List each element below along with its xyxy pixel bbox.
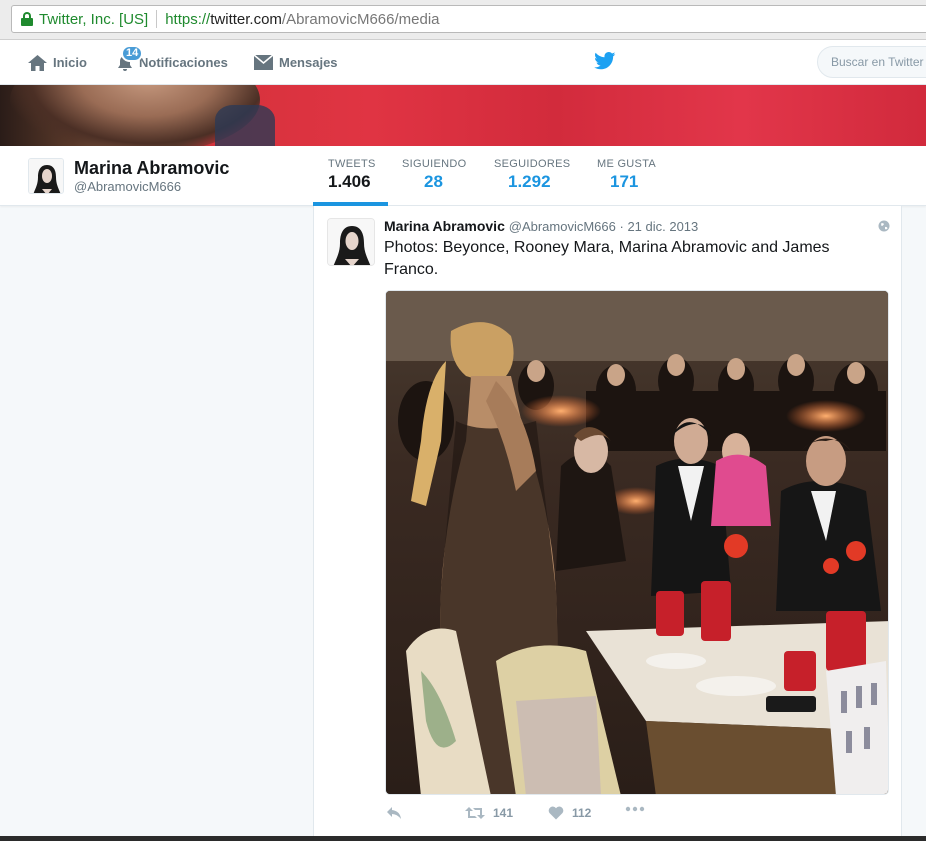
more-button[interactable] — [625, 806, 653, 812]
url-path: /AbramovicM666/media — [281, 10, 440, 28]
like-button[interactable]: 112 — [548, 806, 591, 820]
retweet-icon — [465, 807, 485, 819]
stat-tweets[interactable]: TWEETS 1.406 — [313, 146, 388, 206]
stat-followers-label: SEGUIDORES — [494, 158, 571, 170]
envelope-icon — [253, 54, 274, 70]
tweet-actions: 141 112 — [384, 806, 884, 826]
tweet-timestamp[interactable]: 21 dic. 2013 — [627, 219, 698, 234]
stat-following[interactable]: SIGUIENDO 28 — [402, 146, 466, 206]
page-bottom-edge — [0, 836, 926, 841]
profile-name[interactable]: Marina Abramovic — [74, 158, 229, 179]
avatar[interactable] — [28, 158, 64, 194]
like-count: 112 — [572, 806, 592, 820]
retweet-count: 141 — [493, 806, 514, 820]
stat-tweets-value: 1.406 — [328, 172, 371, 191]
stat-followers[interactable]: SEGUIDORES 1.292 — [494, 146, 570, 206]
url-divider — [156, 10, 158, 28]
stat-likes-value: 171 — [610, 172, 639, 191]
lock-icon — [21, 12, 33, 26]
nav-messages[interactable]: Mensajes — [253, 40, 338, 85]
browser-toolbar: Twitter, Inc. [US] https://twitter.com/A… — [0, 0, 926, 40]
tweet-text: Photos: Beyonce, Rooney Mara, Marina Abr… — [384, 239, 830, 278]
nav-messages-label: Mensajes — [279, 55, 338, 70]
stat-tweets-label: TWEETS — [328, 158, 376, 170]
nav-notifications-label: Notificaciones — [139, 55, 228, 70]
address-bar[interactable]: Twitter, Inc. [US] https://twitter.com/A… — [11, 5, 926, 33]
profile-nav: Marina Abramovic @AbramovicM666 TWEETS 1… — [0, 146, 926, 206]
tweet-separator: · — [615, 219, 628, 234]
tweet-avatar[interactable] — [327, 218, 375, 266]
more-icon — [625, 806, 645, 812]
reply-button[interactable] — [386, 806, 410, 820]
profile-banner — [0, 85, 926, 146]
stat-following-value: 28 — [424, 172, 443, 191]
nav-home[interactable]: Inicio — [27, 40, 87, 85]
reply-icon — [387, 807, 401, 819]
stat-followers-value: 1.292 — [508, 172, 551, 191]
tweet-header: Marina Abramovic @AbramovicM666 · 21 dic… — [384, 218, 698, 234]
notifications-badge: 14 — [121, 45, 144, 62]
tweet[interactable]: Marina Abramovic @AbramovicM666 · 21 dic… — [313, 206, 902, 841]
url-scheme: https:// — [165, 10, 211, 28]
twitter-bird-icon[interactable] — [594, 52, 616, 70]
url-host: twitter.com — [210, 10, 282, 28]
retweet-button[interactable]: 141 — [465, 806, 513, 820]
tweet-photo[interactable] — [385, 290, 889, 795]
heart-icon — [548, 806, 564, 820]
profile-handle[interactable]: @AbramovicM666 — [74, 179, 181, 194]
tweet-author-name[interactable]: Marina Abramovic — [384, 218, 505, 234]
stat-following-label: SIGUIENDO — [402, 158, 467, 170]
tweet-author-handle[interactable]: @AbramovicM666 — [509, 219, 616, 234]
globe-icon — [878, 220, 890, 232]
nav-notifications[interactable]: 14 Notificaciones — [116, 40, 228, 85]
global-nav: Inicio 14 Notificaciones Mensajes — [0, 40, 926, 85]
stat-likes[interactable]: ME GUSTA 171 — [597, 146, 656, 206]
nav-home-label: Inicio — [53, 55, 87, 70]
search-input[interactable]: Buscar en Twitter — [817, 46, 926, 78]
stat-likes-label: ME GUSTA — [597, 158, 657, 170]
home-icon — [28, 54, 47, 71]
ev-certificate-name[interactable]: Twitter, Inc. [US] — [39, 11, 148, 28]
